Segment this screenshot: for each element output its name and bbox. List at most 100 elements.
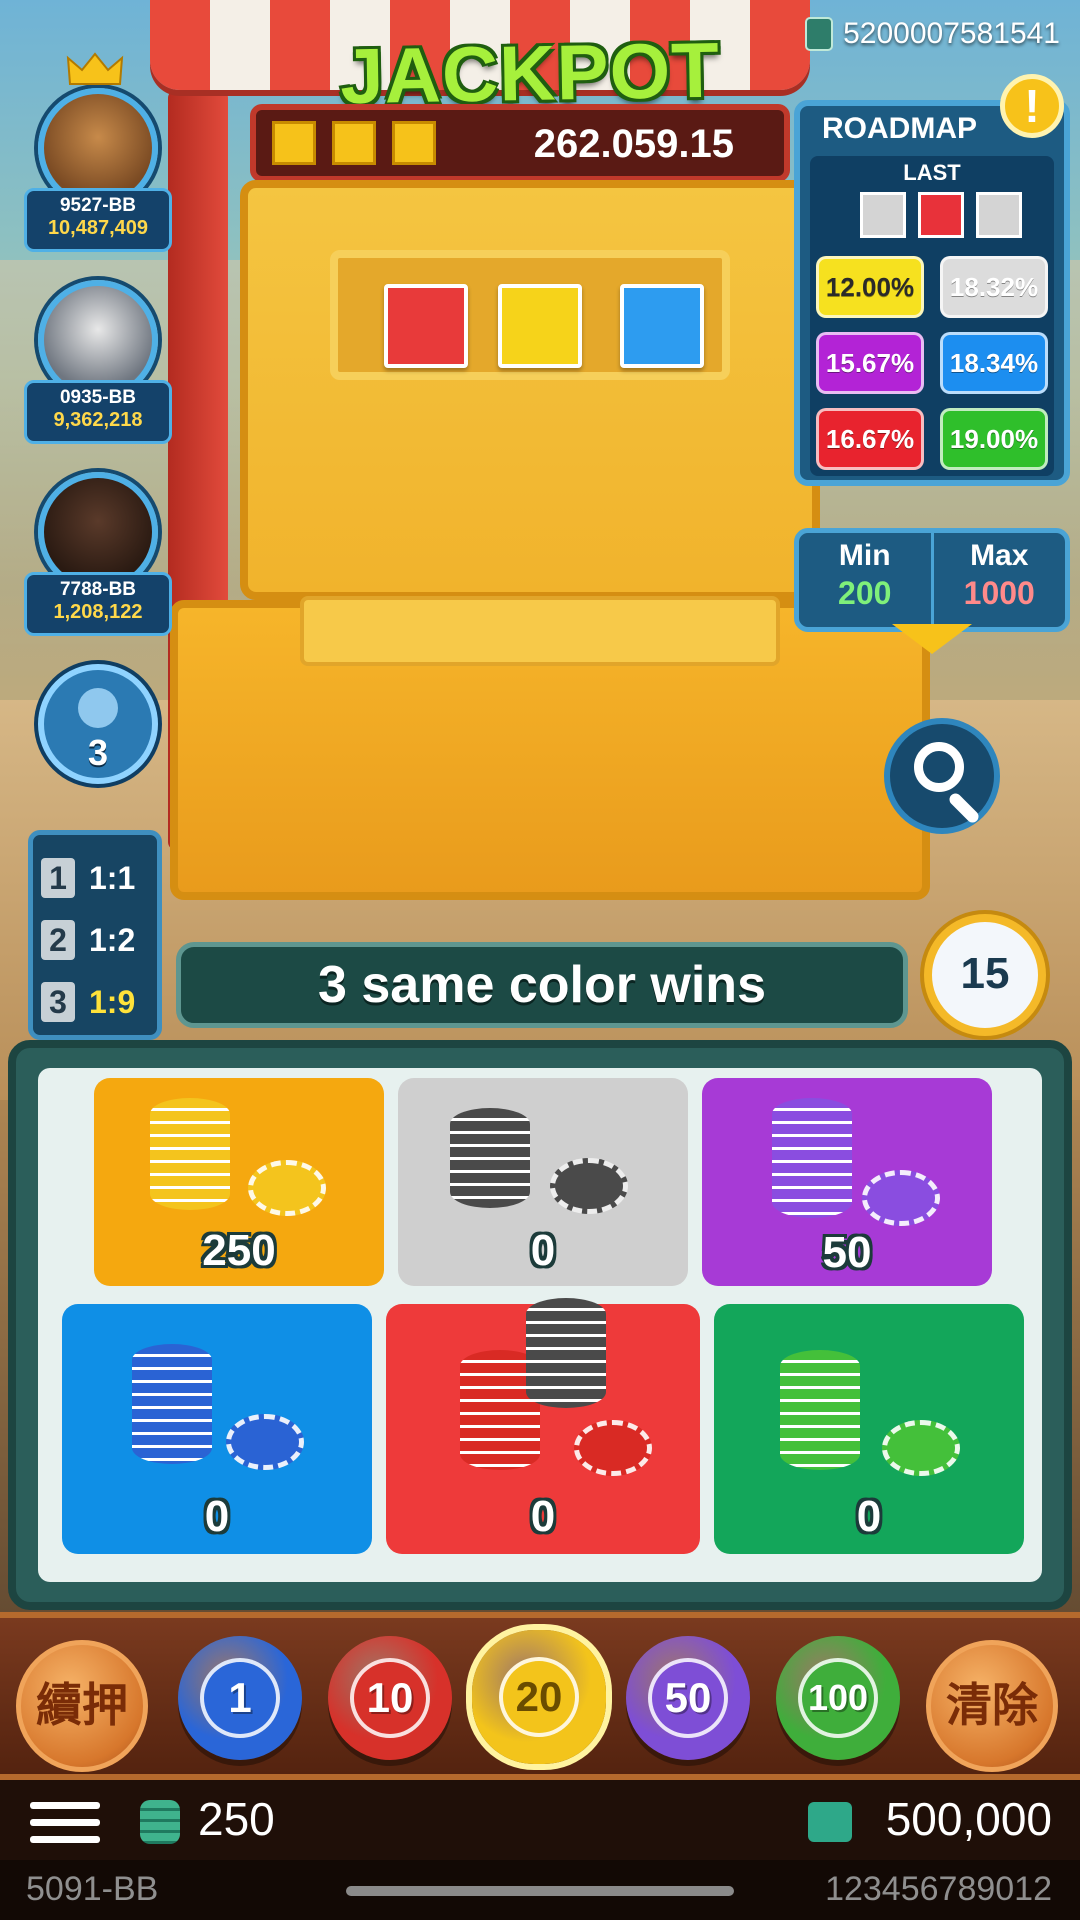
jackpot-amount: 262.059.15 — [533, 122, 734, 166]
payout-table: 1 1:1 2 1:2 3 1:9 — [28, 830, 162, 1040]
chip-button-20-selected[interactable]: 20 — [472, 1630, 606, 1764]
max-value: 1000 — [963, 575, 1035, 611]
jackpot-square — [272, 121, 316, 165]
match-count: 1 — [41, 858, 75, 898]
player-seat[interactable]: 7788-BB 1,208,122 — [24, 472, 172, 652]
chip — [882, 1420, 960, 1476]
clear-button[interactable]: 清除 — [926, 1640, 1058, 1772]
bet-limits[interactable]: Min 200 Max 1000 — [794, 528, 1070, 632]
total-bet: 250 — [198, 1793, 275, 1845]
chip — [226, 1414, 304, 1470]
round-id: 123456789012 — [825, 1870, 1052, 1908]
chip-value: 1 — [200, 1658, 280, 1738]
jackpot-square — [392, 121, 436, 165]
rebet-button[interactable]: 續押 — [16, 1640, 148, 1772]
bet-amount: 0 — [530, 1492, 556, 1541]
search-icon — [914, 742, 964, 792]
betting-board-surface: 250 0 50 0 0 0 — [38, 1068, 1042, 1582]
chip-selector-bar: 續押 1 10 20 50 100 清除 — [0, 1612, 1080, 1780]
chevron-down-icon[interactable] — [892, 624, 972, 654]
chip-stack — [772, 1098, 852, 1218]
footer: 5091-BB 123456789012 — [0, 1860, 1080, 1920]
player-tag: 7788-BB 1,208,122 — [24, 572, 172, 636]
result-card — [498, 284, 582, 368]
player-id: 5091-BB — [26, 1870, 159, 1908]
payout-ratio: 1:2 — [89, 921, 136, 958]
color-percentage: 16.67% — [816, 408, 924, 470]
search-button[interactable] — [884, 718, 1000, 834]
chip-button-10[interactable]: 10 — [328, 1636, 452, 1760]
payout-ratio: 1:1 — [89, 859, 136, 896]
bet-tile-white[interactable]: 0 — [398, 1078, 688, 1286]
player-name: 0935-BB — [59, 387, 137, 408]
player-balance: 10,487,409 — [47, 217, 149, 239]
chip-stack — [450, 1108, 530, 1208]
payout-row: 1 1:1 — [41, 847, 157, 909]
color-percentage: 18.32% — [940, 256, 1048, 318]
chest-plank — [300, 596, 780, 666]
player-name: 7788-BB — [59, 579, 137, 600]
chip-value: 10 — [350, 1658, 430, 1738]
bet-tile-red[interactable]: 0 — [386, 1298, 700, 1554]
chip-value: 50 — [648, 1658, 728, 1738]
bet-amount: 0 — [204, 1492, 230, 1541]
payout-row: 2 1:2 — [41, 909, 157, 971]
roadmap-panel[interactable]: ROADMAP LAST 12.00% 18.32% 15.67% 18.34%… — [794, 100, 1070, 486]
payout-ratio: 1:9 — [89, 983, 136, 1020]
sim-card-icon — [805, 17, 834, 51]
bet-amount: 0 — [856, 1492, 882, 1541]
player-tag: 0935-BB 9,362,218 — [24, 380, 172, 444]
home-indicator[interactable] — [346, 1886, 734, 1896]
chip-stack — [132, 1344, 212, 1464]
bet-tile-yellow[interactable]: 250 — [94, 1078, 384, 1286]
color-percentage: 15.67% — [816, 332, 924, 394]
account-info: 5200007581541 — [805, 14, 1060, 54]
jackpot-bar: 262.059.15 — [250, 104, 790, 182]
chip-button-1[interactable]: 1 — [178, 1636, 302, 1760]
bet-tile-blue[interactable]: 0 — [62, 1304, 372, 1554]
chip — [248, 1160, 326, 1216]
wallet-icon — [808, 1802, 852, 1842]
color-percentage: 19.00% — [940, 408, 1048, 470]
other-players-count: 3 — [87, 732, 109, 773]
chip — [550, 1158, 628, 1214]
result-card — [620, 284, 704, 368]
betting-board: 250 0 50 0 0 0 — [8, 1040, 1072, 1610]
player-balance: 1,208,122 — [53, 601, 143, 623]
max-label: Max — [970, 539, 1029, 572]
color-percentage: 18.34% — [940, 332, 1048, 394]
chip-stack — [780, 1350, 860, 1470]
last-result-square — [918, 192, 964, 238]
crown-icon — [66, 52, 124, 85]
search-icon-handle — [947, 791, 981, 825]
min-value: 200 — [838, 575, 892, 611]
status-bar: 250 500,000 — [0, 1780, 1080, 1860]
info-alert-button[interactable]: ! — [1000, 74, 1064, 138]
bet-tile-green[interactable]: 0 — [714, 1304, 1024, 1554]
bet-tile-purple[interactable]: 50 — [702, 1078, 992, 1286]
result-card — [384, 284, 468, 368]
payout-row: 3 1:9 — [41, 971, 157, 1033]
bet-amount: 250 — [202, 1226, 276, 1275]
player-seat[interactable]: 0935-BB 9,362,218 — [24, 280, 172, 460]
menu-icon[interactable] — [30, 1802, 100, 1846]
roadmap-title: ROADMAP — [822, 112, 977, 145]
rule-banner: 3 same color wins — [176, 942, 908, 1028]
chip-button-50[interactable]: 50 — [626, 1636, 750, 1760]
match-count: 2 — [41, 920, 75, 960]
other-players-button[interactable]: 3 — [38, 664, 158, 784]
last-result-square — [860, 192, 906, 238]
player-seat[interactable]: 9527-BB 10,487,409 — [24, 88, 172, 268]
countdown-timer: 15 — [924, 914, 1046, 1036]
color-percentage: 12.00% — [816, 256, 924, 318]
chip-button-100[interactable]: 100 — [776, 1636, 900, 1760]
last-result-square — [976, 192, 1022, 238]
account-id: 5200007581541 — [843, 17, 1060, 50]
chip-stack — [526, 1298, 606, 1408]
chip-stack — [150, 1098, 230, 1210]
player-balance: 9,362,218 — [53, 409, 143, 431]
last-label: LAST — [903, 160, 961, 185]
jackpot-square — [332, 121, 376, 165]
chip — [862, 1170, 940, 1226]
bet-amount: 0 — [530, 1226, 556, 1275]
